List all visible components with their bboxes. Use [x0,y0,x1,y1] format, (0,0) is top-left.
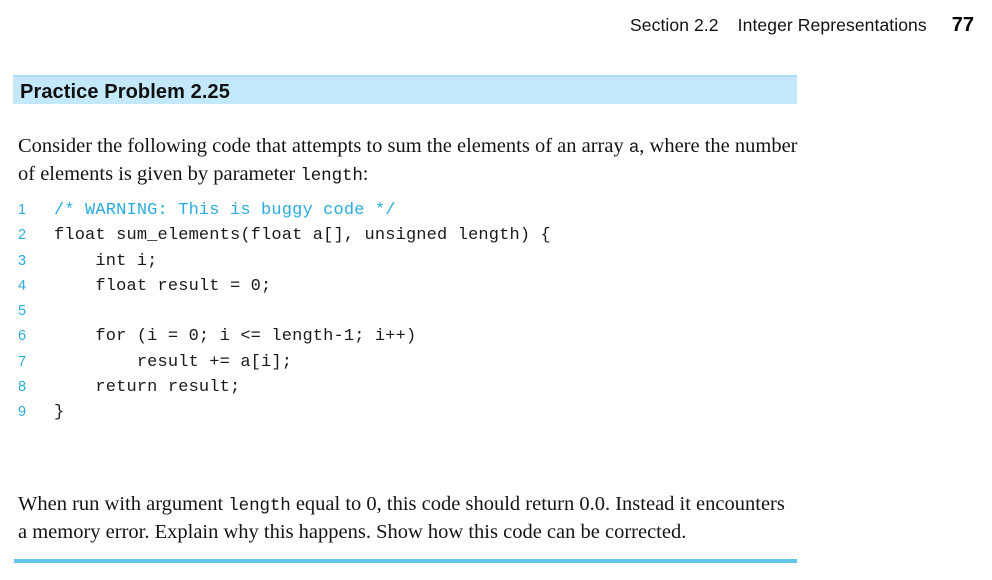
code-line: 7 result += a[i]; [18,350,798,375]
code-line-number: 9 [18,404,27,421]
inline-code-length: length [300,165,363,186]
running-head-section: Section 2.2 [629,15,719,35]
code-line: 9 } [18,400,798,425]
page-number: 77 [951,14,974,36]
code-line-number: 2 [18,227,27,244]
code-line-number: 4 [18,277,27,294]
bottom-rule [14,559,797,563]
code-line-text: for (i = 0; i <= length-1; i++) [54,327,417,347]
inline-code-length-2: length [228,495,291,516]
intro-text-part-1: Consider the following code that attempt… [18,134,629,157]
code-line: 2 float sum_elements(float a[], unsigned… [18,223,798,248]
code-listing: 1 /* WARNING: This is buggy code */ 2 fl… [18,198,798,426]
outro-paragraph: When run with argument length equal to 0… [18,491,798,545]
practice-problem-banner: Practice Problem 2.25 [13,75,797,104]
code-line: 4 float result = 0; [18,274,798,299]
intro-paragraph: Consider the following code that attempt… [18,133,798,189]
inline-code-array-a: a [628,137,640,158]
code-line-number: 5 [18,303,27,320]
code-line-text: return result; [54,378,241,398]
code-line: 5 [18,299,798,324]
outro-text-part-1: When run with argument [18,492,229,515]
code-line: 8 return result; [18,375,798,400]
code-line-text: result += a[i]; [54,352,293,372]
code-line-text: int i; [54,251,158,271]
code-line-text: /* WARNING: This is buggy code */ [54,201,396,220]
code-line-number: 3 [18,252,27,269]
running-head-title: Integer Representations [737,15,927,35]
code-line-number: 1 [18,202,27,218]
code-line: 1 /* WARNING: This is buggy code */ [18,198,798,223]
code-line-number: 6 [18,328,27,345]
code-line-text: } [54,403,65,423]
code-line-text: float sum_elements(float a[], unsigned l… [54,226,551,246]
practice-problem-title: Practice Problem 2.25 [20,81,230,103]
code-line: 3 int i; [18,249,798,274]
code-line: 6 for (i = 0; i <= length-1; i++) [18,324,798,349]
running-head: Section 2.2 Integer Representations 77 [630,14,974,37]
code-line-number: 8 [18,379,27,396]
intro-text-part-3: : [362,162,369,185]
code-line-text: float result = 0; [54,276,272,296]
code-line-number: 7 [18,353,27,370]
